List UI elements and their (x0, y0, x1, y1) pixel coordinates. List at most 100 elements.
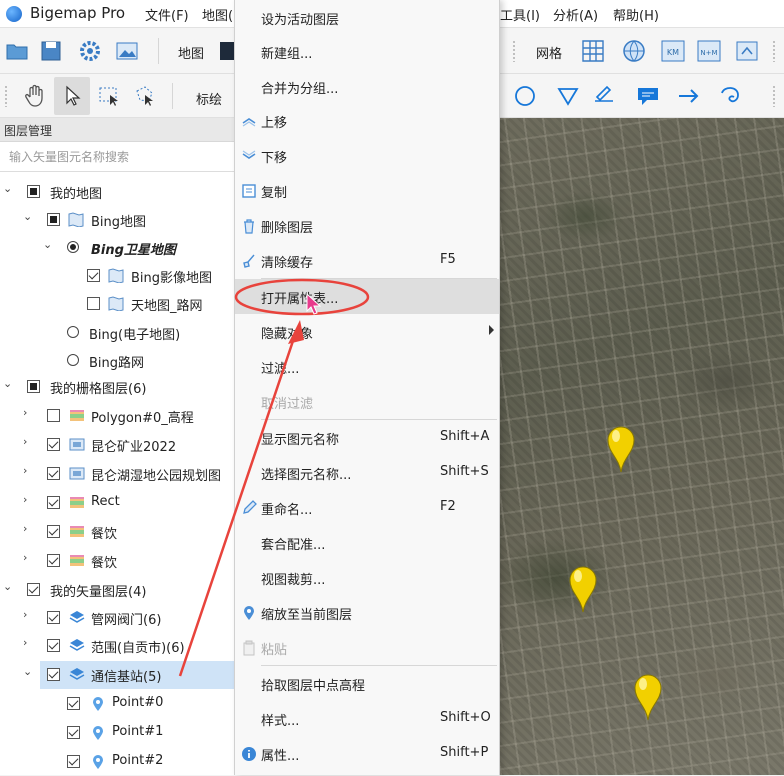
image-icon[interactable] (114, 38, 140, 64)
chevron-right-icon[interactable]: › (23, 465, 33, 476)
checkbox[interactable] (47, 496, 60, 509)
tree-row-telecom-stations-content[interactable]: ⌄ 通信基站(5) (0, 661, 236, 689)
checkbox[interactable] (47, 409, 60, 422)
settings-gear-icon[interactable] (77, 38, 103, 64)
save-icon[interactable] (38, 38, 64, 64)
checkbox[interactable] (87, 297, 100, 310)
menu-item-merge-group[interactable]: 合并为分组... (235, 69, 499, 104)
tree-row-zigong-range[interactable]: › 范围(自贡市)(6) (0, 632, 236, 660)
map-pin-icon[interactable] (568, 564, 598, 614)
km-grid-icon[interactable]: KM (660, 38, 686, 64)
menu-item-registration[interactable]: 套合配准... (235, 525, 499, 560)
tree-row-bing-map[interactable]: ⌄ Bing地图 (0, 206, 236, 234)
checkbox[interactable] (47, 611, 60, 624)
menu-map[interactable]: 地图( (202, 5, 233, 24)
tree-row-bing-image[interactable]: Bing影像地图 (0, 262, 236, 290)
tree-row-bing-electronic[interactable]: Bing(电子地图) (0, 319, 236, 347)
radio-button[interactable] (67, 354, 79, 366)
poly-select-icon[interactable] (132, 83, 158, 109)
chevron-down-icon[interactable]: ⌄ (3, 183, 13, 194)
pan-hand-icon[interactable] (22, 83, 48, 109)
tree-row-polygon-elevation[interactable]: › Polygon#0_高程 (0, 402, 236, 430)
chevron-down-icon[interactable]: ⌄ (23, 211, 33, 222)
tree-row-my-raster[interactable]: ⌄ 我的栅格图层(6) (0, 373, 236, 401)
menu-item-show-names[interactable]: 显示图元名称 Shift+A (235, 420, 499, 455)
checkbox[interactable] (47, 525, 60, 538)
chevron-down-icon[interactable]: ⌄ (3, 378, 13, 389)
map-pin-icon[interactable] (606, 424, 636, 474)
toolbar-grip[interactable] (772, 40, 776, 62)
tree-row-kunlun-wetland[interactable]: › 昆仑湖湿地公园规划图 (0, 460, 236, 488)
menu-item-move-down[interactable]: 下移 (235, 138, 499, 173)
menu-item-view-clip[interactable]: 视图裁剪... (235, 560, 499, 595)
radio-button[interactable] (67, 326, 79, 338)
checkbox[interactable] (47, 554, 60, 567)
menu-tools[interactable]: 工具(I) (500, 5, 540, 24)
menu-item-open-attribute-table[interactable]: 打开属性表... (235, 279, 499, 314)
tree-row-bing-roads[interactable]: Bing路网 (0, 347, 236, 375)
menu-item-clear-cache[interactable]: 清除缓存 F5 (235, 243, 499, 278)
chevron-right-icon[interactable]: › (23, 436, 33, 447)
chevron-right-icon[interactable]: › (23, 494, 33, 505)
checkbox[interactable] (27, 380, 40, 393)
menu-item-delete-layer[interactable]: 删除图层 (235, 208, 499, 243)
vector-search-input[interactable] (0, 142, 236, 172)
chevron-right-icon[interactable]: › (23, 637, 33, 648)
toolbar-grip[interactable] (772, 85, 776, 107)
chevron-right-icon[interactable]: › (23, 552, 33, 563)
satellite-map-view[interactable] (500, 118, 784, 775)
checkbox[interactable] (67, 697, 80, 710)
menu-file[interactable]: 文件(F) (145, 5, 189, 24)
menu-item-zoom-to-layer[interactable]: 缩放至当前图层 (235, 595, 499, 630)
chevron-right-icon[interactable]: › (23, 407, 33, 418)
menu-item-new-group[interactable]: 新建组... (235, 34, 499, 69)
toolbar-grip[interactable] (4, 85, 8, 107)
menu-help[interactable]: 帮助(H) (613, 5, 659, 24)
chevron-right-icon[interactable]: › (23, 609, 33, 620)
radio-button[interactable] (67, 241, 79, 253)
checkbox[interactable] (27, 583, 40, 596)
checkbox[interactable] (47, 668, 60, 681)
arrow-right-icon[interactable] (676, 83, 702, 109)
tree-row-catering-2[interactable]: › 餐饮 (0, 547, 236, 575)
menu-item-rename[interactable]: 重命名... F2 (235, 490, 499, 525)
tree-row-kunlun-mining[interactable]: › 昆仑矿业2022 (0, 431, 236, 459)
menu-item-properties[interactable]: 属性... Shift+P (235, 736, 499, 771)
menu-item-cancel-filter[interactable]: 取消过滤 (235, 384, 499, 419)
tree-row-pipe-valves[interactable]: › 管网阀门(6) (0, 604, 236, 632)
grid-icon[interactable] (580, 38, 606, 64)
menu-item-pick-elevation[interactable]: 拾取图层中点高程 (235, 666, 499, 701)
chevron-down-icon[interactable]: ⌄ (3, 581, 13, 592)
menu-item-filter[interactable]: 过滤... (235, 349, 499, 384)
measure-icon[interactable] (591, 83, 617, 109)
box-select-icon[interactable] (96, 83, 122, 109)
menu-item-set-active-layer[interactable]: 设为活动图层 (235, 0, 499, 35)
globe-grid-icon[interactable] (621, 38, 647, 64)
checkbox[interactable] (67, 726, 80, 739)
checkbox[interactable] (87, 269, 100, 282)
tree-row-point-2[interactable]: Point#2 (0, 748, 236, 776)
nm-grid-icon[interactable]: N+M (696, 38, 722, 64)
map-pin-icon[interactable] (633, 672, 663, 722)
select-arrow-icon[interactable] (59, 83, 85, 109)
chevron-down-icon[interactable]: ⌄ (23, 666, 33, 677)
tree-row-catering-1[interactable]: › 餐饮 (0, 518, 236, 546)
checkbox[interactable] (47, 639, 60, 652)
tree-row-point-0[interactable]: Point#0 (0, 690, 236, 718)
comment-icon[interactable] (635, 83, 661, 109)
checkbox[interactable] (67, 755, 80, 768)
open-folder-icon[interactable] (4, 38, 30, 64)
tree-row-rect[interactable]: › Rect (0, 489, 236, 517)
checkbox[interactable] (47, 213, 60, 226)
export-grid-icon[interactable] (734, 38, 760, 64)
menu-analysis[interactable]: 分析(A) (553, 5, 598, 24)
tree-row-tianditu-roads[interactable]: 天地图_路网 (0, 290, 236, 318)
menu-item-style[interactable]: 样式... Shift+O (235, 701, 499, 736)
menu-item-select-names[interactable]: 选择图元名称... Shift+S (235, 455, 499, 490)
triangle-draw-icon[interactable] (555, 83, 581, 109)
menu-item-paste[interactable]: 粘贴 (235, 630, 499, 665)
checkbox[interactable] (47, 438, 60, 451)
chevron-right-icon[interactable]: › (23, 523, 33, 534)
tree-row-my-vector[interactable]: ⌄ 我的矢量图层(4) (0, 576, 236, 604)
circle-draw-icon[interactable] (512, 83, 538, 109)
